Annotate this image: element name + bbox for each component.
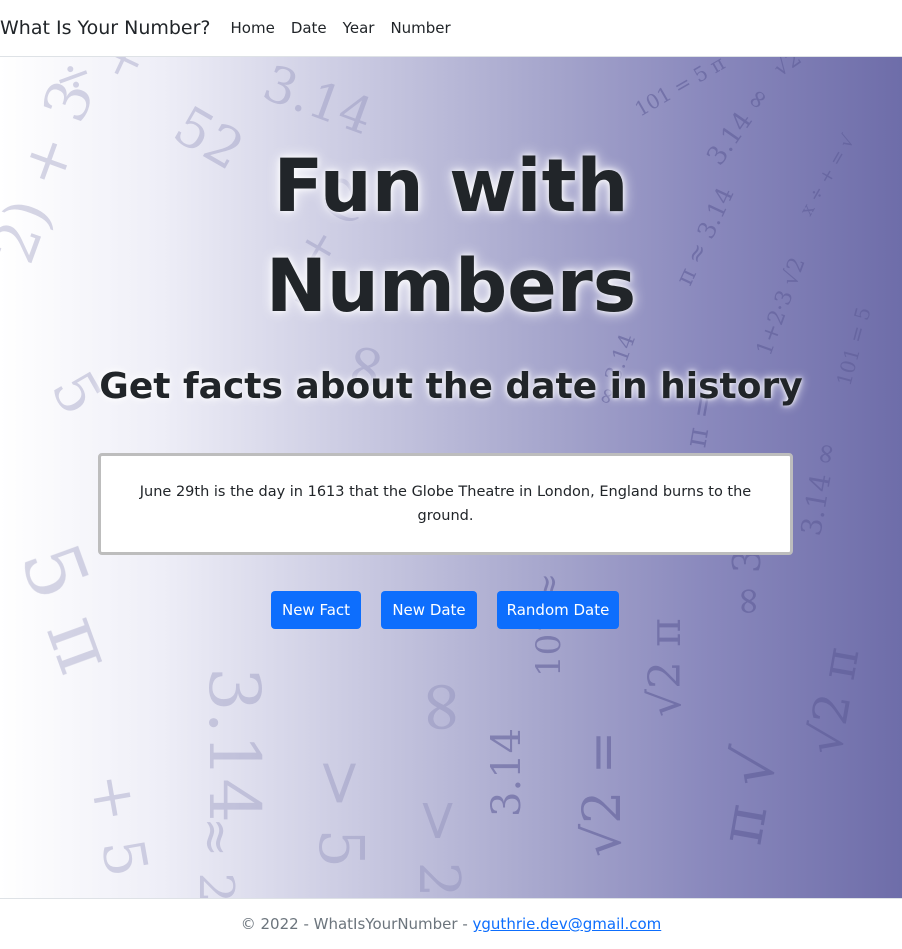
svg-text:√2 π: √2 π (797, 643, 871, 759)
random-date-button[interactable]: Random Date (497, 591, 619, 629)
svg-text:√2 =: √2 = (573, 731, 633, 857)
brand-link[interactable]: What Is Your Number? (0, 17, 211, 39)
page-footer: © 2022 - WhatIsYourNumber - yguthrie.dev… (0, 898, 902, 949)
svg-text:√2 π: √2 π (640, 618, 691, 717)
svg-text:3.14: 3.14 (193, 667, 275, 823)
action-buttons: New Fact New Date Random Date (0, 591, 902, 629)
svg-text:3.14: 3.14 (256, 57, 380, 146)
hero-title-line2: Numbers (265, 244, 637, 329)
fact-card: June 29th is the day in 1613 that the Gl… (98, 453, 793, 555)
svg-text:> 5: > 5 (305, 757, 378, 868)
fact-text: June 29th is the day in 1613 that the Gl… (139, 484, 752, 524)
svg-text:3.14: 3.14 (484, 728, 530, 817)
svg-text:+ 5 · 3: + 5 · 3 (76, 768, 177, 898)
svg-text:≈ 2: ≈ 2 (188, 817, 244, 898)
footer-text: © 2022 - WhatIsYourNumber - (240, 915, 473, 933)
svg-text:∞: ∞ (403, 677, 487, 737)
hero-title-line1: Fun with (273, 144, 629, 229)
svg-text:101 = 5 π: 101 = 5 π (631, 57, 729, 121)
new-date-button[interactable]: New Date (381, 591, 477, 629)
hero-title: Fun with Numbers (0, 137, 902, 337)
hero-subtitle: Get facts about the date in history (99, 366, 803, 407)
new-fact-button[interactable]: New Fact (271, 591, 361, 629)
nav-number-link[interactable]: Number (390, 19, 450, 37)
svg-text:π √: π √ (706, 741, 792, 849)
svg-text:> 2: > 2 (406, 797, 471, 897)
hero-section: √2 = 1.41 101 = 5 π 3.14 ∞ x ÷ + = √ π ≈… (0, 57, 902, 898)
nav-home-link[interactable]: Home (231, 19, 275, 37)
svg-text:√2 = 1.41: √2 = 1.41 (769, 57, 873, 82)
nav-date-link[interactable]: Date (291, 19, 327, 37)
footer-email-link[interactable]: yguthrie.dev@gmail.com (473, 915, 662, 933)
svg-text:3.14 ∞: 3.14 ∞ (794, 439, 843, 538)
nav-year-link[interactable]: Year (343, 19, 375, 37)
top-navbar: What Is Your Number? Home Date Year Numb… (0, 0, 902, 57)
